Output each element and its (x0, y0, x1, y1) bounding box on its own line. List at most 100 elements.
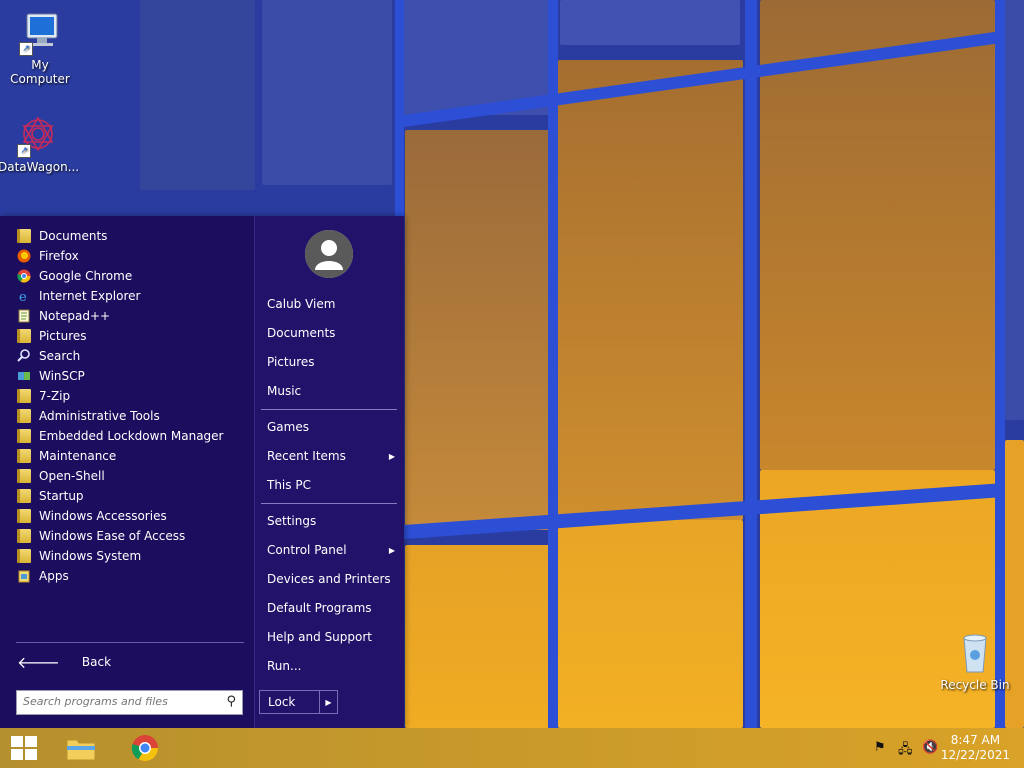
search-box[interactable]: ⚲ (16, 690, 243, 715)
recycle-bin-icon (952, 630, 998, 676)
start-button[interactable] (4, 728, 44, 768)
start-menu-item-label: Music (267, 384, 302, 398)
start-menu-item-label: Recent Items (267, 449, 346, 463)
start-menu-item-label: Settings (267, 514, 317, 528)
search-icon[interactable]: ⚲ (226, 694, 236, 709)
program-item-label: Windows Ease of Access (39, 529, 186, 543)
search-icon (17, 349, 31, 363)
divider (261, 409, 397, 410)
search-input[interactable] (17, 691, 213, 712)
program-item[interactable]: Windows Ease of Access (17, 526, 185, 546)
folder-icon (17, 229, 31, 243)
program-item[interactable]: Search (17, 346, 80, 366)
folder-icon (17, 509, 31, 523)
start-menu-item[interactable]: Control Panel ▶ (267, 539, 397, 561)
clock[interactable]: 8:47 AM 12/22/2021 (941, 733, 1010, 763)
start-menu-item[interactable]: Run... (267, 655, 397, 677)
chevron-right-icon[interactable]: ▶ (319, 691, 337, 713)
program-item[interactable]: Embedded Lockdown Manager (17, 426, 223, 446)
program-item[interactable]: Windows Accessories (17, 506, 167, 526)
datawagon-icon: ↗ (15, 112, 61, 158)
program-item-label: Apps (39, 569, 69, 583)
start-menu-item-label: Devices and Printers (267, 572, 391, 586)
start-menu-item[interactable]: Default Programs (267, 597, 397, 619)
start-menu-item[interactable]: Pictures (267, 351, 397, 373)
start-menu-item[interactable]: Settings (267, 510, 397, 532)
desktop-icon-my-computer[interactable]: ↗ My Computer (0, 10, 80, 86)
start-menu-item[interactable]: Help and Support (267, 626, 397, 648)
chrome-button[interactable] (124, 728, 166, 768)
volume-muted-icon[interactable]: 🔇 (922, 740, 938, 755)
program-item-label: Pictures (39, 329, 87, 343)
desktop-icon-label: My Computer (10, 58, 70, 86)
program-item[interactable]: Open-Shell (17, 466, 105, 486)
folder-icon (17, 549, 31, 563)
divider (261, 503, 397, 504)
start-menu-places-pane: Lock ▶ Calub Viem Documents Pictures Music G… (254, 216, 404, 728)
action-center-flag-icon[interactable]: ⚑ (874, 740, 886, 755)
program-item-label: Internet Explorer (39, 289, 141, 303)
program-item[interactable]: Notepad++ (17, 306, 110, 326)
program-item[interactable]: 7-Zip (17, 386, 70, 406)
back-button[interactable]: 🡐 Back (17, 652, 111, 672)
desktop-icon-label: DataWagon... (0, 160, 80, 174)
arrow-left-icon: 🡐 (17, 653, 60, 672)
start-menu-item[interactable]: Games (267, 416, 397, 438)
start-menu-item-label: This PC (267, 478, 311, 492)
program-item[interactable]: Google Chrome (17, 266, 132, 286)
start-menu-item[interactable]: Devices and Printers (267, 568, 397, 590)
program-item-label: Notepad++ (39, 309, 111, 323)
program-item-label: Startup (39, 489, 84, 503)
start-menu-item-label: Run... (267, 659, 302, 673)
folder-icon (17, 469, 31, 483)
start-menu-item-label: Games (267, 420, 309, 434)
program-item[interactable]: Apps (17, 566, 69, 586)
start-menu-item-label: Pictures (267, 355, 315, 369)
program-item[interactable]: Maintenance (17, 446, 116, 466)
start-menu: 🡐 Back ⚲ Documents Firefox Google Chrome eI… (0, 216, 404, 728)
start-menu-item-label: Help and Support (267, 630, 372, 644)
start-menu-item[interactable]: Recent Items ▶ (267, 445, 397, 467)
start-menu-item-label: Default Programs (267, 601, 372, 615)
program-item-label: Search (39, 349, 81, 363)
program-item-label: WinSCP (39, 369, 85, 383)
program-item-label: Embedded Lockdown Manager (39, 429, 224, 443)
program-item-label: Windows Accessories (39, 509, 167, 523)
folder-icon (17, 329, 31, 343)
lock-button[interactable]: Lock ▶ (259, 690, 338, 714)
program-item[interactable]: WinSCP (17, 366, 85, 386)
program-item[interactable]: e Internet Explorer (17, 286, 140, 306)
chevron-right-icon: ▶ (388, 451, 395, 461)
program-item-label: Documents (39, 229, 108, 243)
network-icon[interactable]: 🖧 (898, 740, 913, 762)
program-item[interactable]: Firefox (17, 246, 79, 266)
start-menu-item[interactable]: Documents (267, 322, 397, 344)
start-menu-item[interactable]: Music (267, 380, 397, 402)
program-item[interactable]: Administrative Tools (17, 406, 160, 426)
start-menu-item-label: Control Panel (267, 543, 347, 557)
start-menu-item-label: Documents (267, 326, 336, 340)
program-item[interactable]: Startup (17, 486, 84, 506)
divider (16, 642, 244, 643)
user-avatar[interactable] (305, 230, 353, 278)
computer-icon: ↗ (17, 10, 63, 56)
desktop-icon-datawagon[interactable]: ↗ DataWagon... (0, 112, 80, 174)
program-item-label: Open-Shell (39, 469, 105, 483)
chrome-icon (17, 269, 31, 283)
apps-icon (17, 569, 31, 583)
folder-icon (17, 529, 31, 543)
folder-icon (17, 429, 31, 443)
chrome-icon (131, 735, 159, 762)
folder-icon (17, 489, 31, 503)
start-menu-item[interactable]: This PC (267, 474, 397, 496)
file-explorer-button[interactable] (60, 728, 102, 768)
program-item[interactable]: Documents (17, 226, 107, 246)
user-name[interactable]: Calub Viem (267, 293, 397, 315)
program-item-label: Google Chrome (39, 269, 133, 283)
desktop-icon-label: Recycle Bin (940, 678, 1010, 692)
desktop-icon-recycle-bin[interactable]: Recycle Bin (935, 630, 1015, 692)
folder-icon (17, 389, 31, 403)
program-item[interactable]: Windows System (17, 546, 141, 566)
program-item[interactable]: Pictures (17, 326, 87, 346)
program-item-label: Windows System (39, 549, 142, 563)
